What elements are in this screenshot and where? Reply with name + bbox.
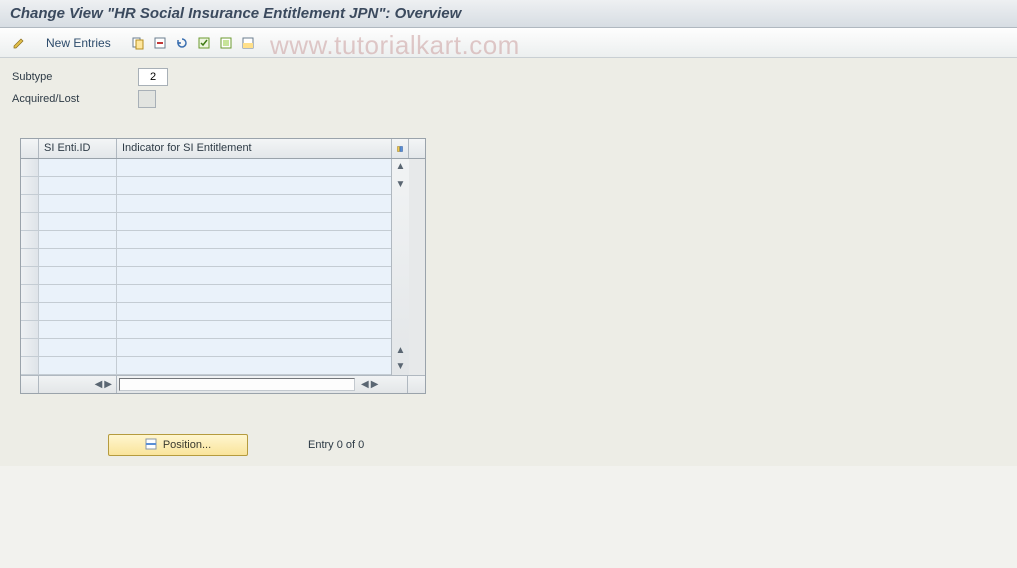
table-row[interactable] [21,195,391,213]
table-cell[interactable] [39,285,117,303]
table-row[interactable] [21,303,391,321]
table-row[interactable] [21,321,391,339]
subtype-field[interactable] [138,68,168,86]
table-cell[interactable] [117,249,391,267]
scroll-up-one-icon[interactable]: ▲ [392,343,409,359]
table-cell[interactable] [117,321,391,339]
row-selector[interactable] [21,195,39,213]
entitlement-table: SI Enti.ID Indicator for SI Entitlement … [20,138,426,394]
table-settings-icon[interactable] [391,139,409,158]
hscroll-track[interactable] [119,378,355,391]
row-selector[interactable] [21,249,39,267]
table-cell[interactable] [39,177,117,195]
deselect-all-icon[interactable] [239,34,257,52]
table-header-si-enti-id[interactable]: SI Enti.ID [39,139,117,158]
table-row[interactable] [21,213,391,231]
position-button[interactable]: Position... [108,434,248,456]
table-header-row: SI Enti.ID Indicator for SI Entitlement [21,139,425,159]
form-row-acquired-lost: Acquired/Lost [12,90,1005,108]
position-button-label: Position... [163,439,211,451]
table-cell[interactable] [39,303,117,321]
vertical-scrollbar[interactable]: ▲ ▼ ▲ ▼ [391,159,409,375]
row-selector[interactable] [21,303,39,321]
table-cell[interactable] [39,339,117,357]
table-header-indicator[interactable]: Indicator for SI Entitlement [117,139,391,158]
toggle-display-change-icon[interactable] [10,34,28,52]
new-entries-button[interactable]: New Entries [40,34,117,52]
table-row[interactable] [21,177,391,195]
scroll-down-one-icon[interactable]: ▼ [392,177,409,193]
row-selector[interactable] [21,357,39,375]
row-selector[interactable] [21,159,39,177]
table-row[interactable] [21,249,391,267]
table-cell[interactable] [39,249,117,267]
delete-icon[interactable] [151,34,169,52]
bottom-row: Position... Entry 0 of 0 [108,434,1005,456]
table-body [21,159,391,375]
table-cell[interactable] [117,303,391,321]
select-block-icon[interactable] [217,34,235,52]
table-row[interactable] [21,159,391,177]
table-cell[interactable] [117,159,391,177]
table-cell[interactable] [39,267,117,285]
scroll-first-icon[interactable]: ◀ [95,380,103,390]
page-title: Change View "HR Social Insurance Entitle… [10,5,461,22]
undo-change-icon[interactable] [173,34,191,52]
table-cell[interactable] [39,213,117,231]
row-selector[interactable] [21,267,39,285]
table-row[interactable] [21,339,391,357]
table-cell[interactable] [117,357,391,375]
scroll-left-icon[interactable]: ▶ [104,380,112,390]
scroll-up-icon[interactable]: ▲ [392,159,409,175]
copy-as-icon[interactable] [129,34,147,52]
table-cell[interactable] [117,213,391,231]
table-cell[interactable] [117,195,391,213]
row-selector[interactable] [21,285,39,303]
table-cell[interactable] [39,195,117,213]
subtype-label: Subtype [12,71,132,83]
acquired-lost-field[interactable] [138,90,156,108]
table-cell[interactable] [39,231,117,249]
row-selector[interactable] [21,177,39,195]
title-bar: Change View "HR Social Insurance Entitle… [0,0,1017,28]
horizontal-scrollbar[interactable]: ◀ ▶ ◀ ▶ [21,375,425,393]
row-selector[interactable] [21,213,39,231]
table-row[interactable] [21,285,391,303]
row-selector[interactable] [21,339,39,357]
table-cell[interactable] [117,339,391,357]
select-all-icon[interactable] [195,34,213,52]
scroll-down-icon[interactable]: ▼ [392,359,409,375]
form-row-subtype: Subtype [12,68,1005,86]
table-cell[interactable] [117,267,391,285]
scroll-last-icon[interactable]: ▶ [371,380,379,390]
table-row[interactable] [21,231,391,249]
table-cell[interactable] [117,177,391,195]
content-area: Subtype Acquired/Lost SI Enti.ID Indicat… [0,58,1017,466]
position-icon [145,438,157,453]
scroll-right-icon[interactable]: ◀ [361,380,369,390]
row-selector[interactable] [21,231,39,249]
table-select-all-header[interactable] [21,139,39,158]
table-row[interactable] [21,267,391,285]
acquired-lost-label: Acquired/Lost [12,93,132,105]
table-cell[interactable] [117,231,391,249]
application-toolbar: New Entries [0,28,1017,58]
table-cell[interactable] [39,357,117,375]
table-cell[interactable] [39,159,117,177]
table-row[interactable] [21,357,391,375]
table-cell[interactable] [117,285,391,303]
table-cell[interactable] [39,321,117,339]
entry-status-label: Entry 0 of 0 [308,439,364,451]
row-selector[interactable] [21,321,39,339]
